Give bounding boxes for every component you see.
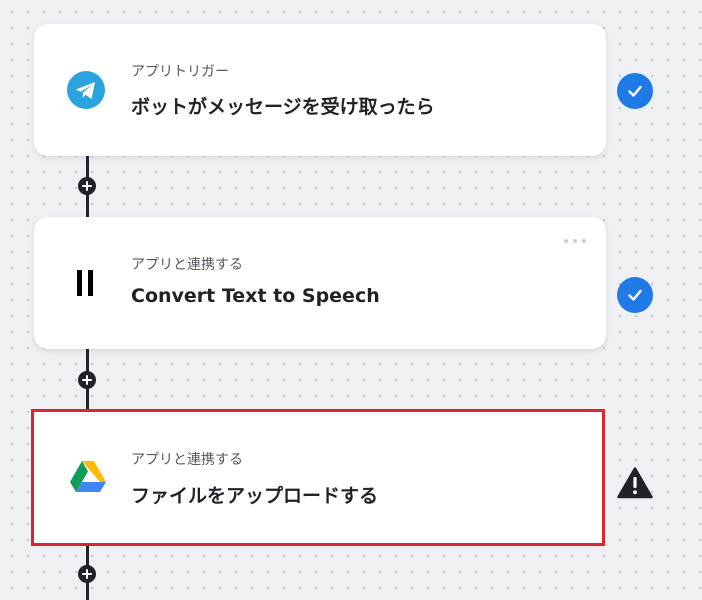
flow-step-card-text-to-speech[interactable]: アプリと連携する Convert Text to Speech (34, 217, 606, 349)
step-title: ファイルをアップロードする (131, 485, 379, 507)
step-type-label: アプリと連携する (131, 257, 243, 273)
warning-icon (617, 465, 653, 501)
telegram-icon (64, 70, 108, 110)
step-type-label: アプリと連携する (131, 452, 243, 468)
add-step-button[interactable] (78, 371, 96, 389)
add-step-button[interactable] (78, 565, 96, 583)
elevenlabs-icon (64, 263, 108, 303)
plus-icon (82, 375, 92, 385)
step-completed-check-icon (617, 73, 653, 109)
add-step-button[interactable] (78, 177, 96, 195)
step-type-label: アプリトリガー (131, 64, 229, 80)
step-completed-check-icon (617, 277, 653, 313)
step-title: Convert Text to Speech (131, 285, 380, 307)
google-drive-icon (66, 457, 110, 497)
plus-icon (82, 569, 92, 579)
plus-icon (82, 181, 92, 191)
more-options-icon[interactable] (564, 235, 586, 247)
flow-step-card-upload-file[interactable]: アプリと連携する ファイルをアップロードする (31, 409, 605, 546)
flow-step-card-trigger[interactable]: アプリトリガー ボットがメッセージを受け取ったら (34, 24, 606, 156)
step-title: ボットがメッセージを受け取ったら (131, 96, 435, 118)
